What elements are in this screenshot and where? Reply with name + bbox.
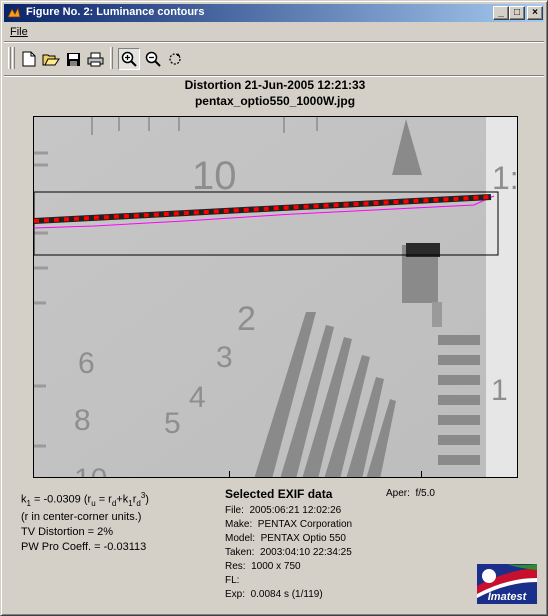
svg-text:2: 2 [237,300,256,338]
x-tick [421,471,422,477]
matlab-logo-icon [7,6,21,18]
test-chart-image: 10 1: 2 3 4 5 6 8 1 [34,117,518,478]
exif-row-res: Res: 1000 x 750 [225,561,301,572]
toolbar-separator [4,75,544,77]
figure-filename: pentax_optio550_1000W.jpg [194,94,356,108]
chart-number-10: 10 [192,154,237,198]
open-folder-icon[interactable] [40,48,62,70]
aperture: Aper: f/5.0 [386,488,435,499]
plot-axes[interactable]: 10 1: 2 3 4 5 6 8 1 [33,116,518,478]
figure-window: Figure No. 2: Luminance contours _ □ × F… [0,0,548,616]
chart-number-ratio: 1: [492,160,518,196]
exif-row-model: Model: PENTAX Optio 550 [225,533,346,544]
maximize-button[interactable]: □ [509,6,525,20]
exif-row-file: File: 2005:06:21 12:02:26 [225,505,342,516]
svg-text:8: 8 [74,404,91,437]
pw-pro-coeff: PW Pro Coeff. = -0.03113 [21,541,147,553]
menu-bar: File [4,24,544,41]
svg-text:5: 5 [164,407,181,440]
new-file-icon[interactable] [18,48,40,70]
menu-file[interactable]: File [10,26,28,38]
x-tick [229,471,230,477]
toolbar-grip-2[interactable] [12,47,15,69]
svg-text:6: 6 [78,347,95,380]
print-icon[interactable] [84,48,106,70]
menu-separator [4,41,544,43]
save-icon[interactable] [62,48,84,70]
toolbar-grip[interactable] [8,47,11,69]
exif-heading: Selected EXIF data [225,487,333,501]
svg-text:Imatest: Imatest [488,591,528,603]
toolbar [4,44,544,74]
svg-text:4: 4 [189,381,206,414]
svg-text:1: 1 [491,374,508,407]
exif-row-taken: Taken: 2003:04:10 22:34:25 [225,547,352,558]
close-button[interactable]: × [527,6,543,20]
tv-distortion: TV Distortion = 2% [21,526,114,538]
title-bar[interactable]: Figure No. 2: Luminance contours _ □ × [4,4,544,22]
imatest-logo: Imatest [477,564,537,604]
exif-row-fl: FL: [225,575,240,586]
svg-text:3: 3 [216,341,233,374]
exif-row-exp: Exp: 0.0084 s (1/119) [225,589,323,600]
toolbar-divider [110,47,113,69]
k1-coefficient: k1 = -0.0309 (ru = rd+k1rd3) [21,491,149,508]
minimize-button[interactable]: _ [493,6,509,20]
figure-title: Distortion 21-Jun-2005 12:21:33 [184,78,366,92]
svg-text:10: 10 [74,463,107,478]
zoom-in-icon[interactable] [118,48,140,70]
zoom-out-icon[interactable] [142,48,164,70]
units-note: (r in center-corner units.) [21,511,142,523]
exif-row-make: Make: PENTAX Corporation [225,519,353,530]
rotate-icon[interactable] [164,48,186,70]
window-title: Figure No. 2: Luminance contours [26,6,205,18]
